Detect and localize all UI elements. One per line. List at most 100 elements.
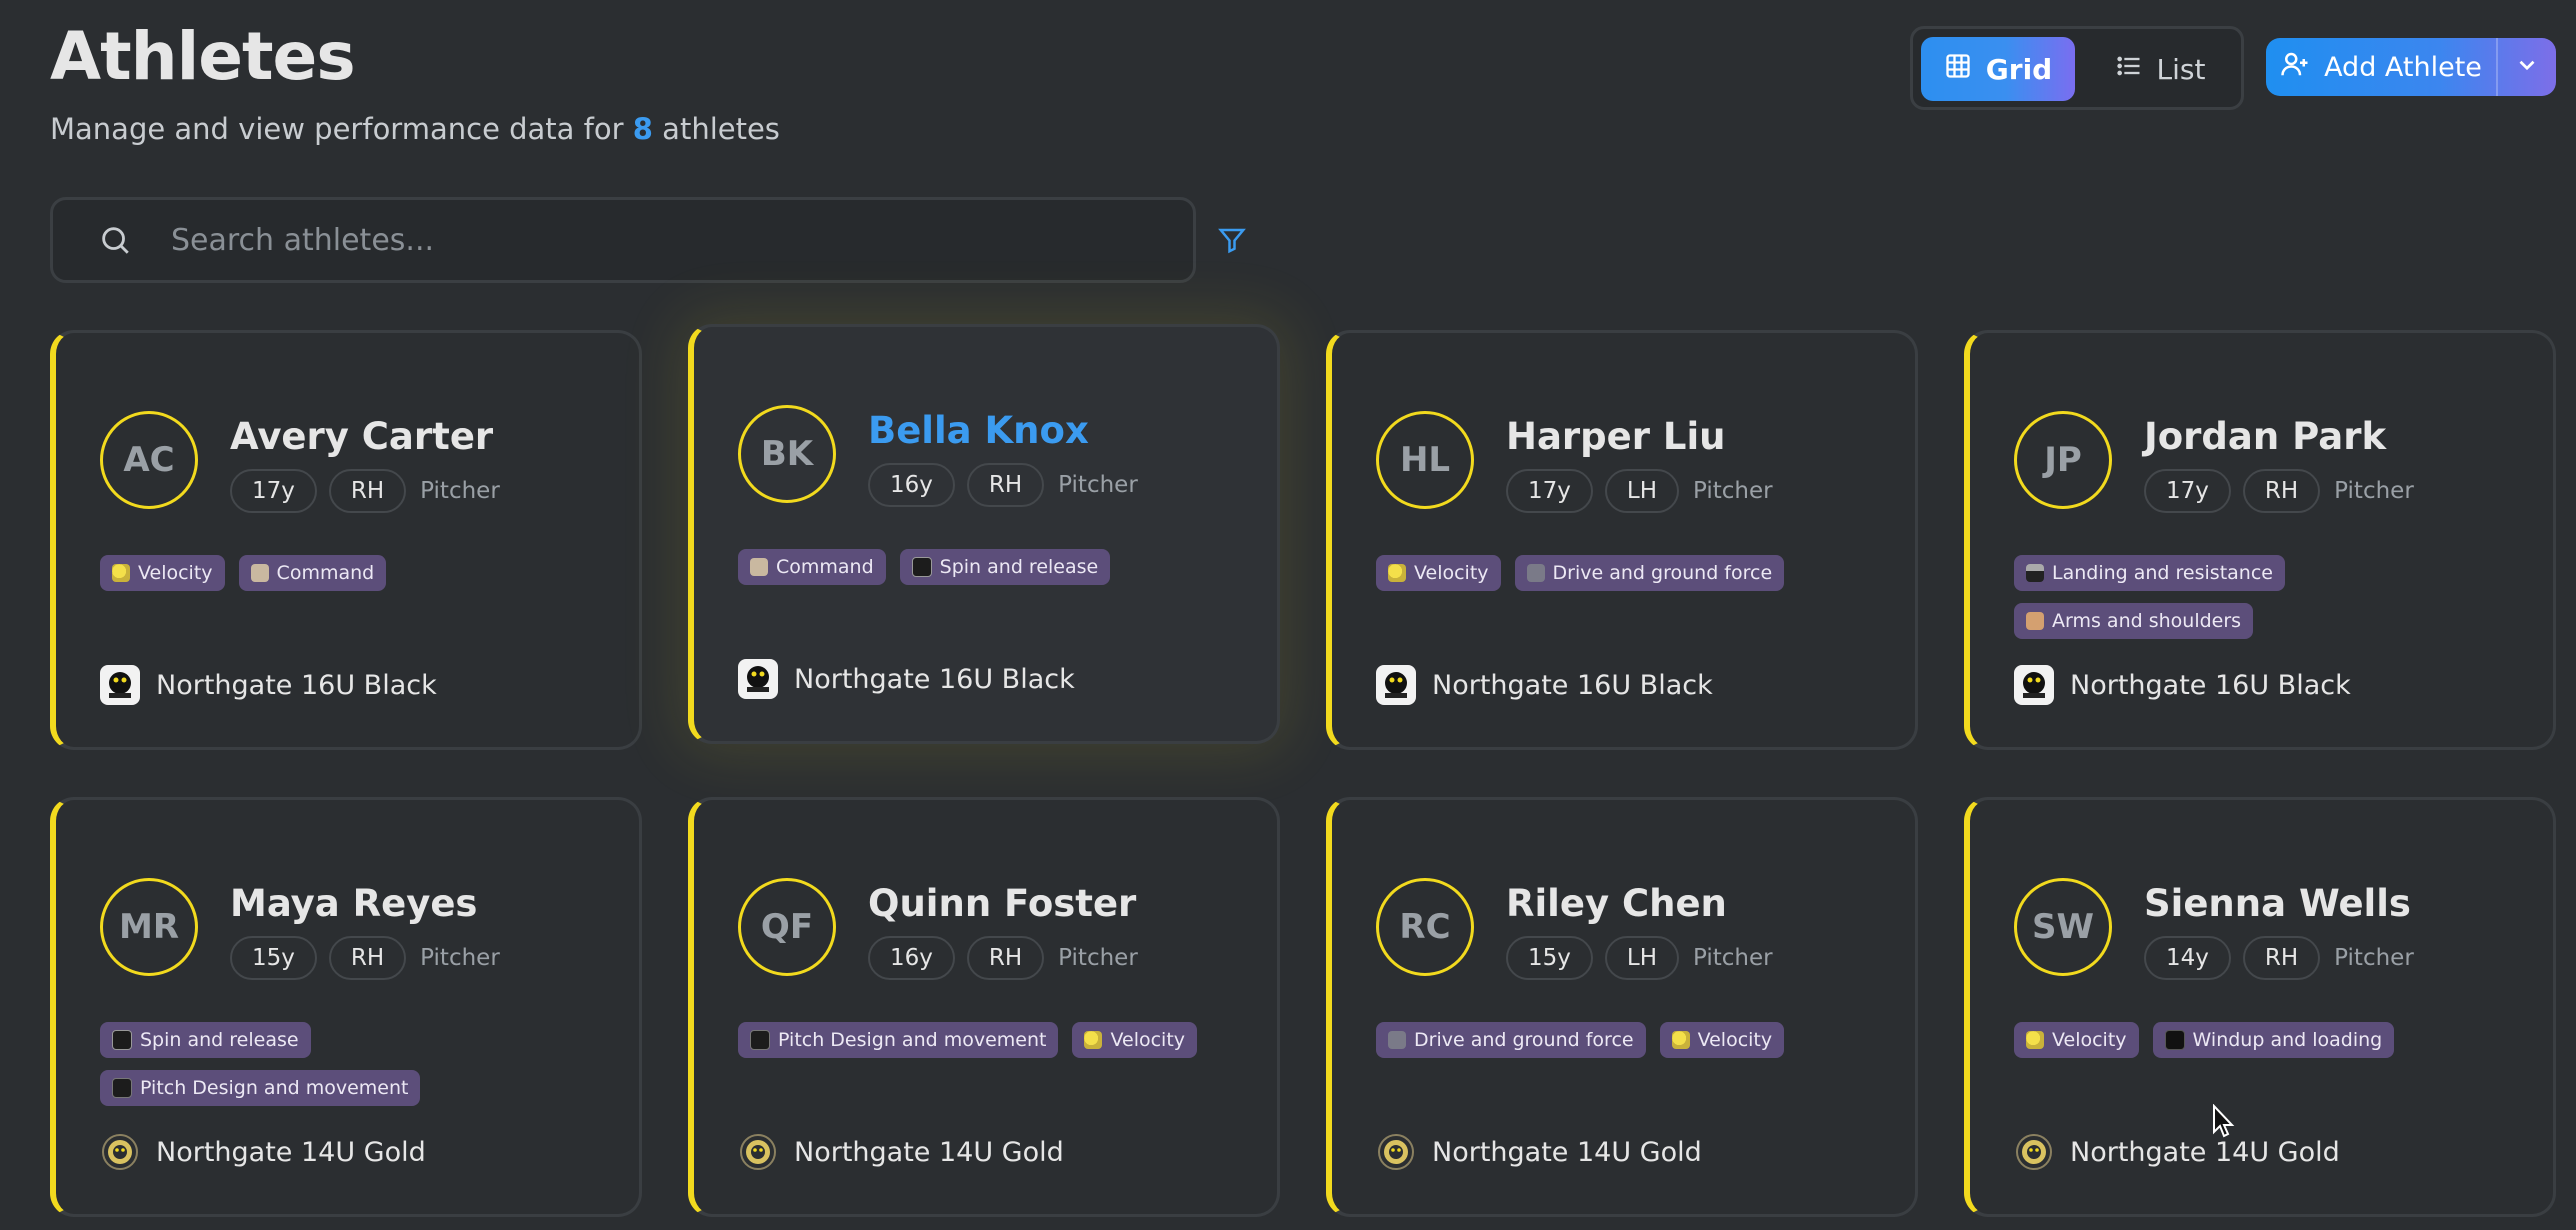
athlete-name[interactable]: Harper Liu <box>1506 415 1726 458</box>
focus-tag: Command <box>738 549 886 585</box>
athlete-name[interactable]: Avery Carter <box>230 415 493 458</box>
focus-tag-label: Pitch Design and movement <box>778 1029 1047 1051</box>
focus-tag: Windup and loading <box>2152 1022 2395 1058</box>
focus-tag: Velocity <box>100 555 225 591</box>
age-badge: 16y <box>868 463 955 507</box>
landing-icon <box>2026 564 2044 582</box>
athletes-page: Athletes Manage and view performance dat… <box>0 0 2576 1230</box>
focus-tag: Pitch Design and movement <box>100 1070 421 1106</box>
focus-tag-label: Velocity <box>1697 1029 1773 1051</box>
velocity-icon <box>1084 1031 1103 1049</box>
athlete-card[interactable]: SW Sienna Wells 14y RH Pitcher Velocity Windup… <box>1964 797 2556 1217</box>
focus-tag: Drive and ground force <box>1514 555 1785 591</box>
athlete-count: 8 <box>632 112 653 146</box>
filter-button[interactable] <box>1212 222 1252 262</box>
handedness-badge: RH <box>328 469 407 513</box>
team-name: Northgate 14U Gold <box>2070 1136 2340 1168</box>
focus-tag-label: Velocity <box>2052 1029 2127 1051</box>
focus-tag: Velocity <box>1376 555 1501 591</box>
command-icon <box>250 564 269 582</box>
team: Northgate 14U Gold <box>738 1132 1064 1172</box>
athlete-card[interactable]: QF Quinn Foster 16y RH Pitcher Pitch Design a… <box>688 797 1280 1217</box>
focus-tag: Command <box>238 555 387 591</box>
handedness-badge: LH <box>1604 469 1679 513</box>
focus-tags: Pitch Design and movement Velocity <box>738 1022 1238 1058</box>
avatar: QF <box>738 878 836 976</box>
grid-view-label: Grid <box>1985 52 2053 86</box>
drive-icon <box>1388 1031 1406 1049</box>
handedness-badge: RH <box>2242 469 2321 513</box>
athlete-name[interactable]: Quinn Foster <box>868 882 1136 925</box>
focus-tag-label: Pitch Design and movement <box>140 1077 409 1099</box>
focus-tags: Velocity Command <box>100 555 600 591</box>
age-badge: 14y <box>2144 936 2231 980</box>
add-athlete-button-group: Add Athlete <box>2266 38 2556 96</box>
grid-view-button[interactable]: Grid <box>1921 37 2075 101</box>
position-label: Pitcher <box>2334 478 2414 504</box>
focus-tag-label: Spin and release <box>140 1029 299 1051</box>
athlete-card[interactable]: BK Bella Knox 16y RH Pitcher Command Spin and … <box>688 324 1280 744</box>
focus-tag: Landing and resistance <box>2014 555 2285 591</box>
handedness-badge: RH <box>966 463 1045 507</box>
add-athlete-button[interactable]: Add Athlete <box>2266 38 2496 96</box>
team-logo-icon <box>2014 665 2054 705</box>
athlete-name[interactable]: Sienna Wells <box>2144 882 2411 925</box>
athlete-card[interactable]: RC Riley Chen 15y LH Pitcher Drive and ground… <box>1326 797 1918 1217</box>
athlete-card[interactable]: MR Maya Reyes 15y RH Pitcher Spin and release… <box>50 797 642 1217</box>
position-label: Pitcher <box>1058 472 1138 498</box>
athlete-card[interactable]: HL Harper Liu 17y LH Pitcher Velocity Drive an… <box>1326 330 1918 750</box>
focus-tag: Velocity <box>2014 1022 2139 1058</box>
focus-tags: Landing and resistance Arms and shoulders <box>2014 555 2514 639</box>
age-badge: 16y <box>868 936 955 980</box>
team: Northgate 14U Gold <box>2014 1132 2340 1172</box>
athlete-meta: 17y RH Pitcher <box>2144 469 2414 513</box>
pitch-icon <box>112 1078 132 1098</box>
athlete-name[interactable]: Jordan Park <box>2144 415 2386 458</box>
velocity-icon <box>1388 564 1406 582</box>
team: Northgate 16U Black <box>1376 665 1713 705</box>
focus-tag: Velocity <box>1072 1022 1198 1058</box>
athlete-name[interactable]: Riley Chen <box>1506 882 1727 925</box>
subtitle-suffix: athletes <box>652 112 780 146</box>
team-logo-icon <box>100 1132 140 1172</box>
windup-icon <box>2164 1030 2185 1050</box>
position-label: Pitcher <box>2334 945 2414 971</box>
arms-icon <box>2026 612 2044 630</box>
handedness-badge: RH <box>328 936 407 980</box>
focus-tag: Spin and release <box>100 1022 311 1058</box>
athlete-card[interactable]: JP Jordan Park 17y RH Pitcher Landing and res… <box>1964 330 2556 750</box>
command-icon <box>750 558 768 576</box>
chevron-down-icon <box>2514 52 2540 82</box>
athlete-card[interactable]: AC Avery Carter 17y RH Pitcher Velocity Comman… <box>50 330 642 750</box>
avatar: SW <box>2014 878 2112 976</box>
spin-icon <box>911 557 932 577</box>
age-badge: 15y <box>230 936 317 980</box>
position-label: Pitcher <box>420 945 500 971</box>
focus-tag: Spin and release <box>899 549 1111 585</box>
avatar: BK <box>738 405 836 503</box>
athlete-meta: 16y RH Pitcher <box>868 936 1138 980</box>
subtitle-prefix: Manage and view performance data for <box>50 112 633 146</box>
add-athlete-dropdown[interactable] <box>2496 38 2556 96</box>
team-logo-icon <box>2014 1132 2054 1172</box>
velocity-icon <box>112 564 130 582</box>
view-toggle: Grid List <box>1910 26 2244 110</box>
team-name: Northgate 14U Gold <box>156 1136 426 1168</box>
team: Northgate 16U Black <box>2014 665 2351 705</box>
athlete-name[interactable]: Bella Knox <box>868 409 1089 452</box>
athlete-name[interactable]: Maya Reyes <box>230 882 477 925</box>
team-name: Northgate 16U Black <box>156 669 437 701</box>
team: Northgate 14U Gold <box>1376 1132 1702 1172</box>
focus-tag-label: Velocity <box>1110 1029 1186 1051</box>
list-view-button[interactable]: List <box>2085 37 2235 101</box>
focus-tag-label: Command <box>276 562 375 584</box>
search-input[interactable] <box>169 221 1073 259</box>
team-logo-icon <box>1376 665 1416 705</box>
team-logo-icon <box>100 665 140 705</box>
avatar: RC <box>1376 878 1474 976</box>
focus-tag-label: Spin and release <box>939 556 1099 578</box>
search-icon <box>95 220 135 260</box>
list-view-label: List <box>2156 52 2206 86</box>
avatar: JP <box>2014 411 2112 509</box>
focus-tags: Velocity Windup and loading <box>2014 1022 2514 1058</box>
